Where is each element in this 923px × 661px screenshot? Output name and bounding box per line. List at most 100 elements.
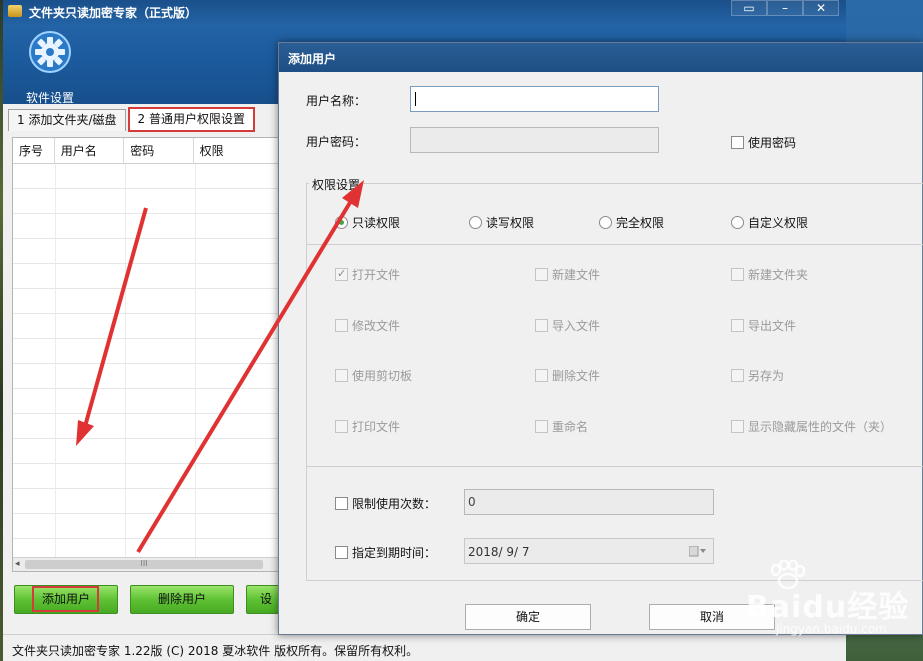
radio-custom[interactable]: 自定义权限 xyxy=(731,214,808,231)
divider-top xyxy=(306,244,923,245)
baidu-watermark: Baidu经验 jingyan.baidu.com xyxy=(740,560,920,650)
permission-legend: 权限设置 xyxy=(309,176,364,193)
perm-new-folder[interactable]: 新建文件夹 xyxy=(731,266,808,283)
perm-delete-file-label: 删除文件 xyxy=(552,369,601,383)
perm-print-file-box[interactable] xyxy=(335,420,348,433)
tab-user-permissions[interactable]: 2 普通用户权限设置 xyxy=(127,107,255,132)
app-folder-icon xyxy=(8,5,22,17)
watermark-url: jingyan.baidu.com xyxy=(776,622,887,636)
perm-rename-label: 重命名 xyxy=(552,420,589,434)
limit-uses-input[interactable]: 0 xyxy=(464,489,714,515)
perm-open-file-box[interactable] xyxy=(335,267,348,281)
perm-clipboard[interactable]: 使用剪切板 xyxy=(335,367,412,384)
table-body xyxy=(13,164,279,557)
close-button[interactable]: ✕ xyxy=(803,0,839,16)
perm-export-file[interactable]: 导出文件 xyxy=(731,317,796,334)
gear-icon xyxy=(29,31,71,73)
perm-show-hidden-box[interactable] xyxy=(731,420,744,433)
perm-rename-box[interactable] xyxy=(535,420,548,433)
perm-modify-file-box[interactable] xyxy=(335,319,348,332)
perm-clipboard-label: 使用剪切板 xyxy=(352,369,413,383)
perm-save-as[interactable]: 另存为 xyxy=(731,367,784,384)
dialog-titlebar: 添加用户 xyxy=(279,43,923,72)
software-settings-button[interactable]: 软件设置 xyxy=(25,30,75,105)
perm-modify-file[interactable]: 修改文件 xyxy=(335,317,400,334)
status-bar: 文件夹只读加密专家 1.22版 (C) 2018 夏冰软件 版权所有。保留所有权… xyxy=(3,634,846,661)
perm-import-file-label: 导入文件 xyxy=(552,319,601,333)
radio-readwrite[interactable]: 读写权限 xyxy=(469,214,534,231)
perm-new-folder-label: 新建文件夹 xyxy=(748,268,809,282)
minimize-button[interactable]: – xyxy=(767,0,803,16)
radio-dot-readonly[interactable] xyxy=(335,216,348,229)
add-user-dialog: 添加用户 用户名称： 用户密码： 使用密码 权限设置 只读权限 读写权限 完全权… xyxy=(278,42,923,635)
limit-uses-checkbox[interactable]: 限制使用次数： xyxy=(335,495,436,512)
column-header-index[interactable]: 序号 xyxy=(13,138,55,164)
perm-print-file[interactable]: 打印文件 xyxy=(335,418,400,435)
calendar-dropdown-icon[interactable] xyxy=(689,546,707,557)
password-input[interactable] xyxy=(410,127,659,153)
column-header-permission[interactable]: 权限 xyxy=(194,138,279,164)
main-window-title: 文件夹只读加密专家（正式版） xyxy=(29,6,198,20)
expiry-date-value: 2018/ 9/ 7 xyxy=(468,545,530,559)
horizontal-scrollbar[interactable]: ◂ III xyxy=(13,557,279,571)
perm-open-file-label: 打开文件 xyxy=(352,268,401,282)
radio-readonly-label: 只读权限 xyxy=(352,216,401,230)
perm-delete-file[interactable]: 删除文件 xyxy=(535,367,600,384)
radio-dot-full[interactable] xyxy=(599,216,612,229)
perm-export-file-label: 导出文件 xyxy=(748,319,797,333)
status-text: 文件夹只读加密专家 1.22版 (C) 2018 夏冰软件 版权所有。保留所有权… xyxy=(12,644,419,658)
ok-button[interactable]: 确定 xyxy=(465,604,591,630)
password-label: 用户密码： xyxy=(306,135,367,149)
perm-open-file[interactable]: 打开文件 xyxy=(335,266,400,283)
perm-modify-file-label: 修改文件 xyxy=(352,319,401,333)
username-input[interactable] xyxy=(410,86,659,112)
limit-uses-value: 0 xyxy=(468,495,476,509)
perm-clipboard-box[interactable] xyxy=(335,369,348,382)
perm-show-hidden[interactable]: 显示隐藏属性的文件（夹） xyxy=(731,418,892,435)
column-header-username[interactable]: 用户名 xyxy=(55,138,125,164)
perm-delete-file-box[interactable] xyxy=(535,369,548,382)
expiry-checkbox[interactable]: 指定到期时间： xyxy=(335,544,436,561)
scrollbar-thumb[interactable]: III xyxy=(25,560,263,569)
perm-rename[interactable]: 重命名 xyxy=(535,418,588,435)
user-table: 序号 用户名 密码 权限 ◂ III xyxy=(12,137,280,572)
divider-bottom xyxy=(306,466,923,467)
column-header-password[interactable]: 密码 xyxy=(124,138,194,164)
delete-user-button[interactable]: 删除用户 xyxy=(130,585,234,614)
text-caret xyxy=(415,92,416,106)
perm-show-hidden-label: 显示隐藏属性的文件（夹） xyxy=(748,420,893,434)
limit-uses-box[interactable] xyxy=(335,497,348,510)
window-controls: ▭ – ✕ xyxy=(731,0,841,16)
perm-import-file[interactable]: 导入文件 xyxy=(535,317,600,334)
username-label: 用户名称： xyxy=(306,94,367,108)
expiry-box[interactable] xyxy=(335,546,348,559)
tab-bar: 1 添加文件夹/磁盘 2 普通用户权限设置 xyxy=(8,107,257,133)
perm-print-file-label: 打印文件 xyxy=(352,420,401,434)
perm-new-file-label: 新建文件 xyxy=(552,268,601,282)
use-password-checkbox[interactable]: 使用密码 xyxy=(731,134,796,151)
radio-custom-label: 自定义权限 xyxy=(748,216,809,230)
scroll-left-icon[interactable]: ◂ xyxy=(15,559,20,569)
use-password-box[interactable] xyxy=(731,136,744,149)
perm-new-file-box[interactable] xyxy=(535,268,548,281)
perm-new-folder-box[interactable] xyxy=(731,268,744,281)
highlight-box xyxy=(32,586,99,612)
perm-new-file[interactable]: 新建文件 xyxy=(535,266,600,283)
radio-dot-readwrite[interactable] xyxy=(469,216,482,229)
tab-add-folder[interactable]: 1 添加文件夹/磁盘 xyxy=(8,109,126,131)
perm-export-file-box[interactable] xyxy=(731,319,744,332)
perm-save-as-box[interactable] xyxy=(731,369,744,382)
radio-readonly[interactable]: 只读权限 xyxy=(335,214,400,231)
limit-uses-label: 限制使用次数： xyxy=(352,497,437,511)
radio-full-label: 完全权限 xyxy=(616,216,665,230)
restore-button[interactable]: ▭ xyxy=(731,0,767,16)
watermark-text: Baidu经验 xyxy=(746,590,910,625)
radio-full[interactable]: 完全权限 xyxy=(599,214,664,231)
use-password-label: 使用密码 xyxy=(748,136,797,150)
expiry-date-picker[interactable]: 2018/ 9/ 7 xyxy=(464,538,714,564)
radio-dot-custom[interactable] xyxy=(731,216,744,229)
perm-import-file-box[interactable] xyxy=(535,319,548,332)
settings-label: 软件设置 xyxy=(25,91,74,105)
perm-save-as-label: 另存为 xyxy=(748,369,785,383)
table-header: 序号 用户名 密码 权限 xyxy=(13,138,279,164)
